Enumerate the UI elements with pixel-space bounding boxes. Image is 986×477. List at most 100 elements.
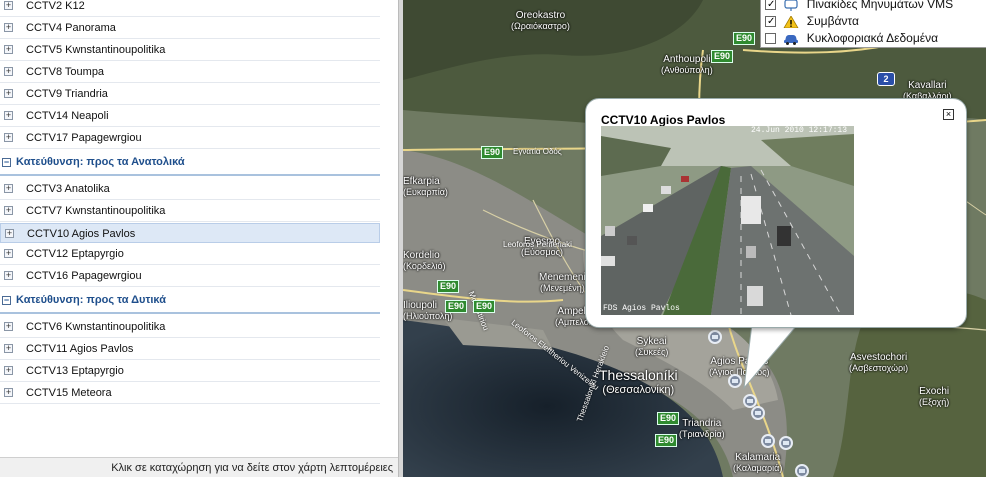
list-item[interactable]: + CCTV8 Toumpa <box>0 62 380 83</box>
camera-marker-icon[interactable] <box>795 464 809 477</box>
layer-checkbox[interactable] <box>765 33 776 45</box>
camera-snapshot-image: 24.Jun 2010 12:17:13 FDS Agios Pavlos <box>601 126 854 315</box>
place-name: Kordelio <box>403 250 440 261</box>
place-name-greek: (Ανθούπολη) <box>661 65 713 75</box>
list-item[interactable]: + CCTV15 Meteora <box>0 383 380 404</box>
list-item[interactable]: + CCTV14 Neapoli <box>0 106 380 127</box>
place-name: Oreokastro <box>515 10 566 21</box>
camera-marker-icon[interactable] <box>761 434 775 448</box>
place-name: Asvestochori <box>849 352 908 363</box>
map-place-label: Asvestochori (Ασβεστοχώρι) <box>849 352 908 374</box>
expand-icon[interactable]: + <box>4 184 13 193</box>
map-place-label: Anthoupoli (Ανθούπολη) <box>661 54 713 76</box>
place-name: Ilioupoli <box>403 300 437 311</box>
camera-marker-icon[interactable] <box>751 406 765 420</box>
list-item[interactable]: + CCTV4 Panorama <box>0 18 380 39</box>
collapse-icon[interactable]: − <box>2 158 11 167</box>
expand-icon[interactable]: + <box>4 111 13 120</box>
popup-title: CCTV10 Agios Pavlos <box>601 113 726 127</box>
map-place-label: Oreokastro (Ωραιόκαστρο) <box>511 10 570 32</box>
expand-icon[interactable]: + <box>4 206 13 215</box>
route-shield: E90 <box>437 280 460 293</box>
expand-icon[interactable]: + <box>4 45 13 54</box>
layer-checkbox[interactable] <box>765 0 776 13</box>
expand-icon[interactable]: + <box>4 89 13 98</box>
map-place-label: Sykeai (Συκεές) <box>635 336 668 358</box>
snapshot-caption: FDS Agios Pavlos <box>603 304 680 313</box>
camera-snapshot-drawing <box>601 126 854 315</box>
list-item[interactable]: + CCTV9 Triandria <box>0 84 380 105</box>
expand-icon[interactable]: + <box>4 133 13 142</box>
place-name-greek: (Συκεές) <box>635 347 669 357</box>
list-item-label: CCTV5 Kwnstantinoupolitika <box>26 44 166 56</box>
place-name: Efkarpia <box>403 176 440 187</box>
expand-icon[interactable]: + <box>4 1 13 10</box>
list-item-label: CCTV14 Neapoli <box>26 110 109 122</box>
place-name-greek: (Ευκαρπία) <box>403 187 448 197</box>
list-item[interactable]: + CCTV3 Anatolika <box>0 179 380 200</box>
place-name-greek: (Θεσσαλονίκη) <box>602 384 675 396</box>
list-item-label: CCTV16 Papagewrgiou <box>26 270 142 282</box>
expand-icon[interactable]: + <box>4 249 13 258</box>
list-item-label: CCTV8 Toumpa <box>26 66 105 78</box>
route-shield: E90 <box>711 50 734 63</box>
list-item-label: CCTV13 Eptapyrgio <box>26 365 124 377</box>
expand-icon[interactable]: + <box>4 322 13 331</box>
road-label: Εγνατία Οδός <box>513 147 562 156</box>
road-label: Leoforos Periferiaki <box>503 240 572 249</box>
map-place-label: Kalamaria (Καλαμαριά) <box>733 452 782 474</box>
list-item[interactable]: + CCTV12 Eptapyrgio <box>0 244 380 265</box>
list-item-label: CCTV12 Eptapyrgio <box>26 248 124 260</box>
list-item-label: CCTV6 Kwnstantinoupolitika <box>26 321 166 333</box>
list-item[interactable]: + CCTV16 Papagewrgiou <box>0 266 380 287</box>
map-place-label: Triandria (Τριανδρία) <box>679 418 725 440</box>
list-item-label: CCTV2 K12 <box>26 0 85 12</box>
place-name-greek: (Ασβεστοχώρι) <box>849 363 909 373</box>
place-name-greek: (Μενεμένη) <box>539 283 585 293</box>
list-item[interactable]: + CCTV13 Eptapyrgio <box>0 361 380 382</box>
expand-icon[interactable]: + <box>4 23 13 32</box>
group-header-west[interactable]: − Κατεύθυνση: προς τα Δυτικά <box>0 290 380 314</box>
list-item[interactable]: + CCTV11 Agios Pavlos <box>0 339 380 360</box>
camera-marker-icon[interactable] <box>779 436 793 450</box>
map-layer-legend: Πινακίδες Μηνυμάτων VMS Συμβάντα Κυκλοφο… <box>760 0 986 48</box>
close-icon[interactable]: × <box>943 109 954 120</box>
list-item[interactable]: + CCTV6 Kwnstantinoupolitika <box>0 317 380 338</box>
group-header-east[interactable]: − Κατεύθυνση: προς τα Ανατολικά <box>0 152 380 176</box>
map-place-label: Exochi (Εξοχή) <box>919 386 949 408</box>
route-shield: E90 <box>655 434 678 447</box>
legend-item-incidents[interactable]: Συμβάντα <box>765 13 859 30</box>
layer-checkbox[interactable] <box>765 14 776 30</box>
list-item[interactable]: + CCTV17 Papagewrgiou <box>0 128 380 149</box>
route-shield-blue: 2 <box>877 72 895 86</box>
car-icon <box>784 34 799 45</box>
expand-icon[interactable]: + <box>4 366 13 375</box>
list-item-selected[interactable]: + CCTV10 Agios Pavlos <box>0 223 380 243</box>
route-shield: E90 <box>733 32 756 45</box>
camera-marker-icon[interactable] <box>708 330 722 344</box>
place-name: Exochi <box>919 386 950 397</box>
expand-icon[interactable]: + <box>4 388 13 397</box>
group-header-label: Κατεύθυνση: προς τα Δυτικά <box>16 294 166 306</box>
list-item-label: CCTV9 Triandria <box>26 88 108 100</box>
snapshot-timestamp: 24.Jun 2010 12:17:13 <box>751 126 848 135</box>
expand-icon[interactable]: + <box>4 344 13 353</box>
legend-item-vms[interactable]: Πινακίδες Μηνυμάτων VMS <box>765 0 953 13</box>
place-name: Triandria <box>682 418 722 429</box>
expand-icon[interactable]: + <box>4 67 13 76</box>
list-item[interactable]: + CCTV2 K12 <box>0 0 380 17</box>
place-name-greek: (Εξοχή) <box>919 397 950 407</box>
collapse-icon[interactable]: − <box>2 296 11 305</box>
place-name: Anthoupoli <box>663 54 711 65</box>
expand-icon[interactable]: + <box>5 229 14 238</box>
camera-popup: CCTV10 Agios Pavlos × 24.Jun 2010 12:17:… <box>585 98 967 328</box>
legend-item-label: Συμβάντα <box>806 14 859 28</box>
list-item-label: CCTV11 Agios Pavlos <box>26 343 134 355</box>
list-item[interactable]: + CCTV5 Kwnstantinoupolitika <box>0 40 380 61</box>
map-place-label: Efkarpia (Ευκαρπία) <box>403 176 448 198</box>
map-place-label: Menemeni (Μενεμένη) <box>539 272 586 294</box>
legend-item-traffic[interactable]: Κυκλοφοριακά Δεδομένα <box>765 30 938 46</box>
place-name-greek: (Καλαμαριά) <box>733 463 783 473</box>
expand-icon[interactable]: + <box>4 271 13 280</box>
list-item[interactable]: + CCTV7 Kwnstantinoupolitika <box>0 201 380 222</box>
